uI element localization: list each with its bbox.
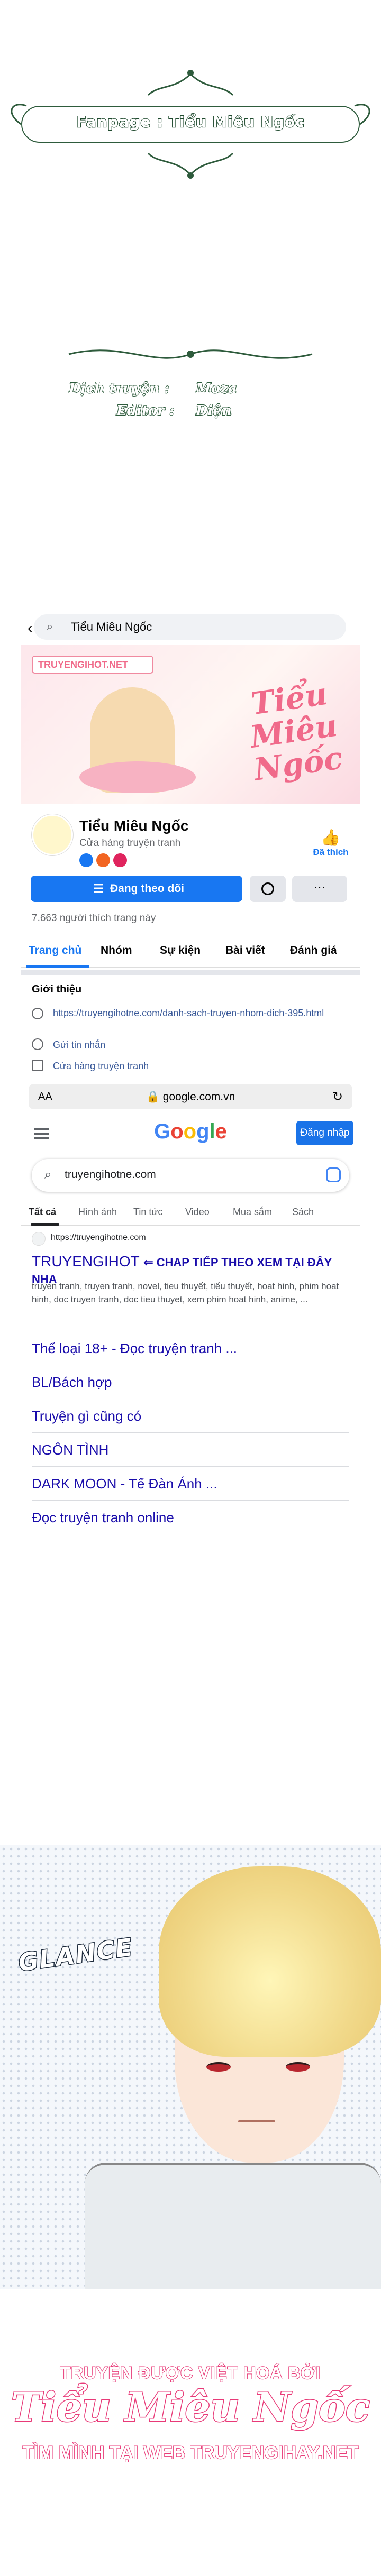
editor-name: Diện bbox=[195, 402, 232, 419]
character-hair bbox=[159, 1866, 381, 2057]
like-button[interactable]: 👍 Đã thích bbox=[310, 829, 352, 858]
messenger-icon bbox=[32, 1038, 43, 1050]
cover-photo: TRUYENGIHOT.NET Tiểu Miêu Ngốc bbox=[21, 645, 360, 804]
tab-home[interactable]: Trang chủ bbox=[29, 944, 81, 957]
sitelink[interactable]: BL/Bách hợp bbox=[32, 1365, 349, 1399]
right-eye bbox=[286, 2062, 310, 2072]
footer-credit: TRUYỆN ĐƯỢC VIỆT HOÁ BỞI Tiểu Miêu Ngốc … bbox=[0, 2363, 381, 2501]
section-divider bbox=[21, 970, 360, 975]
google-lens-icon[interactable] bbox=[326, 1167, 341, 1182]
translator-name: Moza bbox=[195, 380, 238, 397]
like-label: Đã thích bbox=[313, 847, 349, 857]
tab-video[interactable]: Video bbox=[185, 1207, 210, 1218]
site-favicon bbox=[32, 1232, 46, 1246]
tab-images[interactable]: Hình ảnh bbox=[78, 1207, 117, 1218]
google-query: truyengihotne.com bbox=[65, 1169, 156, 1181]
sign-in-button[interactable]: Đăng nhập bbox=[296, 1121, 353, 1145]
google-tabs: Tất cả Hình ảnh Tin tức Video Mua sắm Sá… bbox=[21, 1201, 360, 1226]
back-icon[interactable]: ‹ bbox=[28, 620, 32, 637]
intro-website-link[interactable]: https://truyengihotne.com/danh-sach-truy… bbox=[53, 1007, 328, 1019]
follow-button[interactable]: ☰ Đang theo dõi bbox=[31, 876, 242, 902]
tab-groups[interactable]: Nhóm bbox=[101, 944, 132, 957]
character-collar bbox=[85, 2163, 381, 2289]
result-description: truyen tranh, truyen tranh, novel, tieu … bbox=[32, 1281, 339, 1304]
sitelink[interactable]: Đọc truyện tranh online bbox=[32, 1501, 349, 1534]
google-header: Google Đăng nhập bbox=[21, 1116, 360, 1153]
page-category: Cửa hàng truyện tranh bbox=[79, 838, 181, 849]
cover-title: Tiểu Miêu Ngốc bbox=[248, 675, 345, 788]
facebook-search-bar[interactable]: ⌕ Tiểu Miêu Ngốc bbox=[34, 614, 346, 640]
fanpage-label: Fanpage : Tiểu Miêu Ngốc bbox=[76, 113, 305, 131]
sitelink[interactable]: DARK MOON - Tế Đàn Ánh ... bbox=[32, 1467, 349, 1501]
character-mouth bbox=[238, 2120, 275, 2122]
reload-icon[interactable]: ↻ bbox=[332, 1089, 343, 1105]
tab-books[interactable]: Sách bbox=[292, 1207, 314, 1218]
sitelink[interactable]: Thể loại 18+ - Đọc truyện tranh ... bbox=[32, 1331, 349, 1365]
browser-address-bar[interactable]: AA 🔒 google.com.vn ↻ bbox=[29, 1084, 352, 1109]
shop-icon bbox=[32, 1060, 43, 1071]
page-tabs: Trang chủ Nhóm Sự kiện Bài viết Đánh giá bbox=[21, 933, 360, 968]
lock-icon: 🔒 bbox=[146, 1091, 163, 1103]
tab-shopping[interactable]: Mua sắm bbox=[233, 1207, 272, 1218]
fanpage-banner: Fanpage : Tiểu Miêu Ngốc bbox=[0, 58, 381, 180]
url-text: 🔒 google.com.vn bbox=[146, 1091, 235, 1103]
sitelink[interactable]: Truyện gì cũng có bbox=[32, 1399, 349, 1433]
rss-icon: ☰ bbox=[93, 882, 104, 895]
search-icon: ⌕ bbox=[47, 620, 53, 633]
tab-posts[interactable]: Bài viết bbox=[225, 944, 265, 957]
editor-label: Editor : bbox=[116, 402, 175, 419]
footer-line-1: TRUYỆN ĐƯỢC VIỆT HOÁ BỞI bbox=[60, 2363, 321, 2383]
tab-all[interactable]: Tất cả bbox=[29, 1207, 56, 1218]
left-eye bbox=[206, 2062, 231, 2072]
active-tab-indicator bbox=[26, 965, 89, 968]
phone-screenshot: ‹ ⌕ Tiểu Miêu Ngốc TRUYENGIHOT.NET Tiểu … bbox=[21, 607, 360, 1712]
messenger-badge-icon bbox=[79, 853, 93, 867]
google-search-input[interactable]: ⌕ truyengihotne.com bbox=[32, 1159, 349, 1192]
translator-label: Dịch truyện : bbox=[68, 380, 170, 397]
credits: Dịch truyện : Moza Editor : Diện bbox=[0, 338, 381, 465]
gift-badge-icon bbox=[113, 853, 127, 867]
send-message-link[interactable]: Gửi tin nhắn bbox=[53, 1039, 105, 1051]
vine-ornament bbox=[68, 349, 313, 359]
messenger-button[interactable] bbox=[250, 876, 286, 902]
footer-brand: Tiểu Miêu Ngốc bbox=[10, 2383, 370, 2432]
cover-cushion bbox=[79, 761, 196, 793]
result-url[interactable]: https://truyengihotne.com bbox=[51, 1233, 146, 1243]
likes-count: 7.663 người thích trang này bbox=[32, 913, 156, 924]
search-icon: ⌕ bbox=[44, 1167, 52, 1182]
footer-line-3: TÌM MÌNH TẠI WEB TRUYENGIHAY.NET bbox=[22, 2442, 359, 2463]
globe-icon bbox=[32, 1008, 43, 1019]
messenger-icon bbox=[261, 882, 274, 895]
tab-reviews[interactable]: Đánh giá bbox=[290, 944, 337, 957]
tab-events[interactable]: Sự kiện bbox=[160, 944, 201, 957]
sitelink[interactable]: NGÔN TÌNH bbox=[32, 1433, 349, 1467]
page-name[interactable]: Tiểu Miêu Ngốc bbox=[79, 817, 188, 834]
page-avatar[interactable] bbox=[32, 814, 73, 855]
shop-badge-icon bbox=[96, 853, 110, 867]
intro-heading: Giới thiệu bbox=[32, 983, 82, 995]
thumbs-up-icon: 👍 bbox=[321, 829, 341, 847]
active-tab-indicator bbox=[31, 1223, 59, 1226]
shop-category-link[interactable]: Cửa hàng truyện tranh bbox=[53, 1061, 149, 1072]
tab-news[interactable]: Tin tức bbox=[133, 1207, 162, 1218]
manga-panel: GLANCE bbox=[0, 1845, 381, 2289]
search-query: Tiểu Miêu Ngốc bbox=[71, 620, 152, 633]
more-button[interactable]: ··· bbox=[292, 876, 347, 902]
cover-tag: TRUYENGIHOT.NET bbox=[32, 656, 153, 674]
